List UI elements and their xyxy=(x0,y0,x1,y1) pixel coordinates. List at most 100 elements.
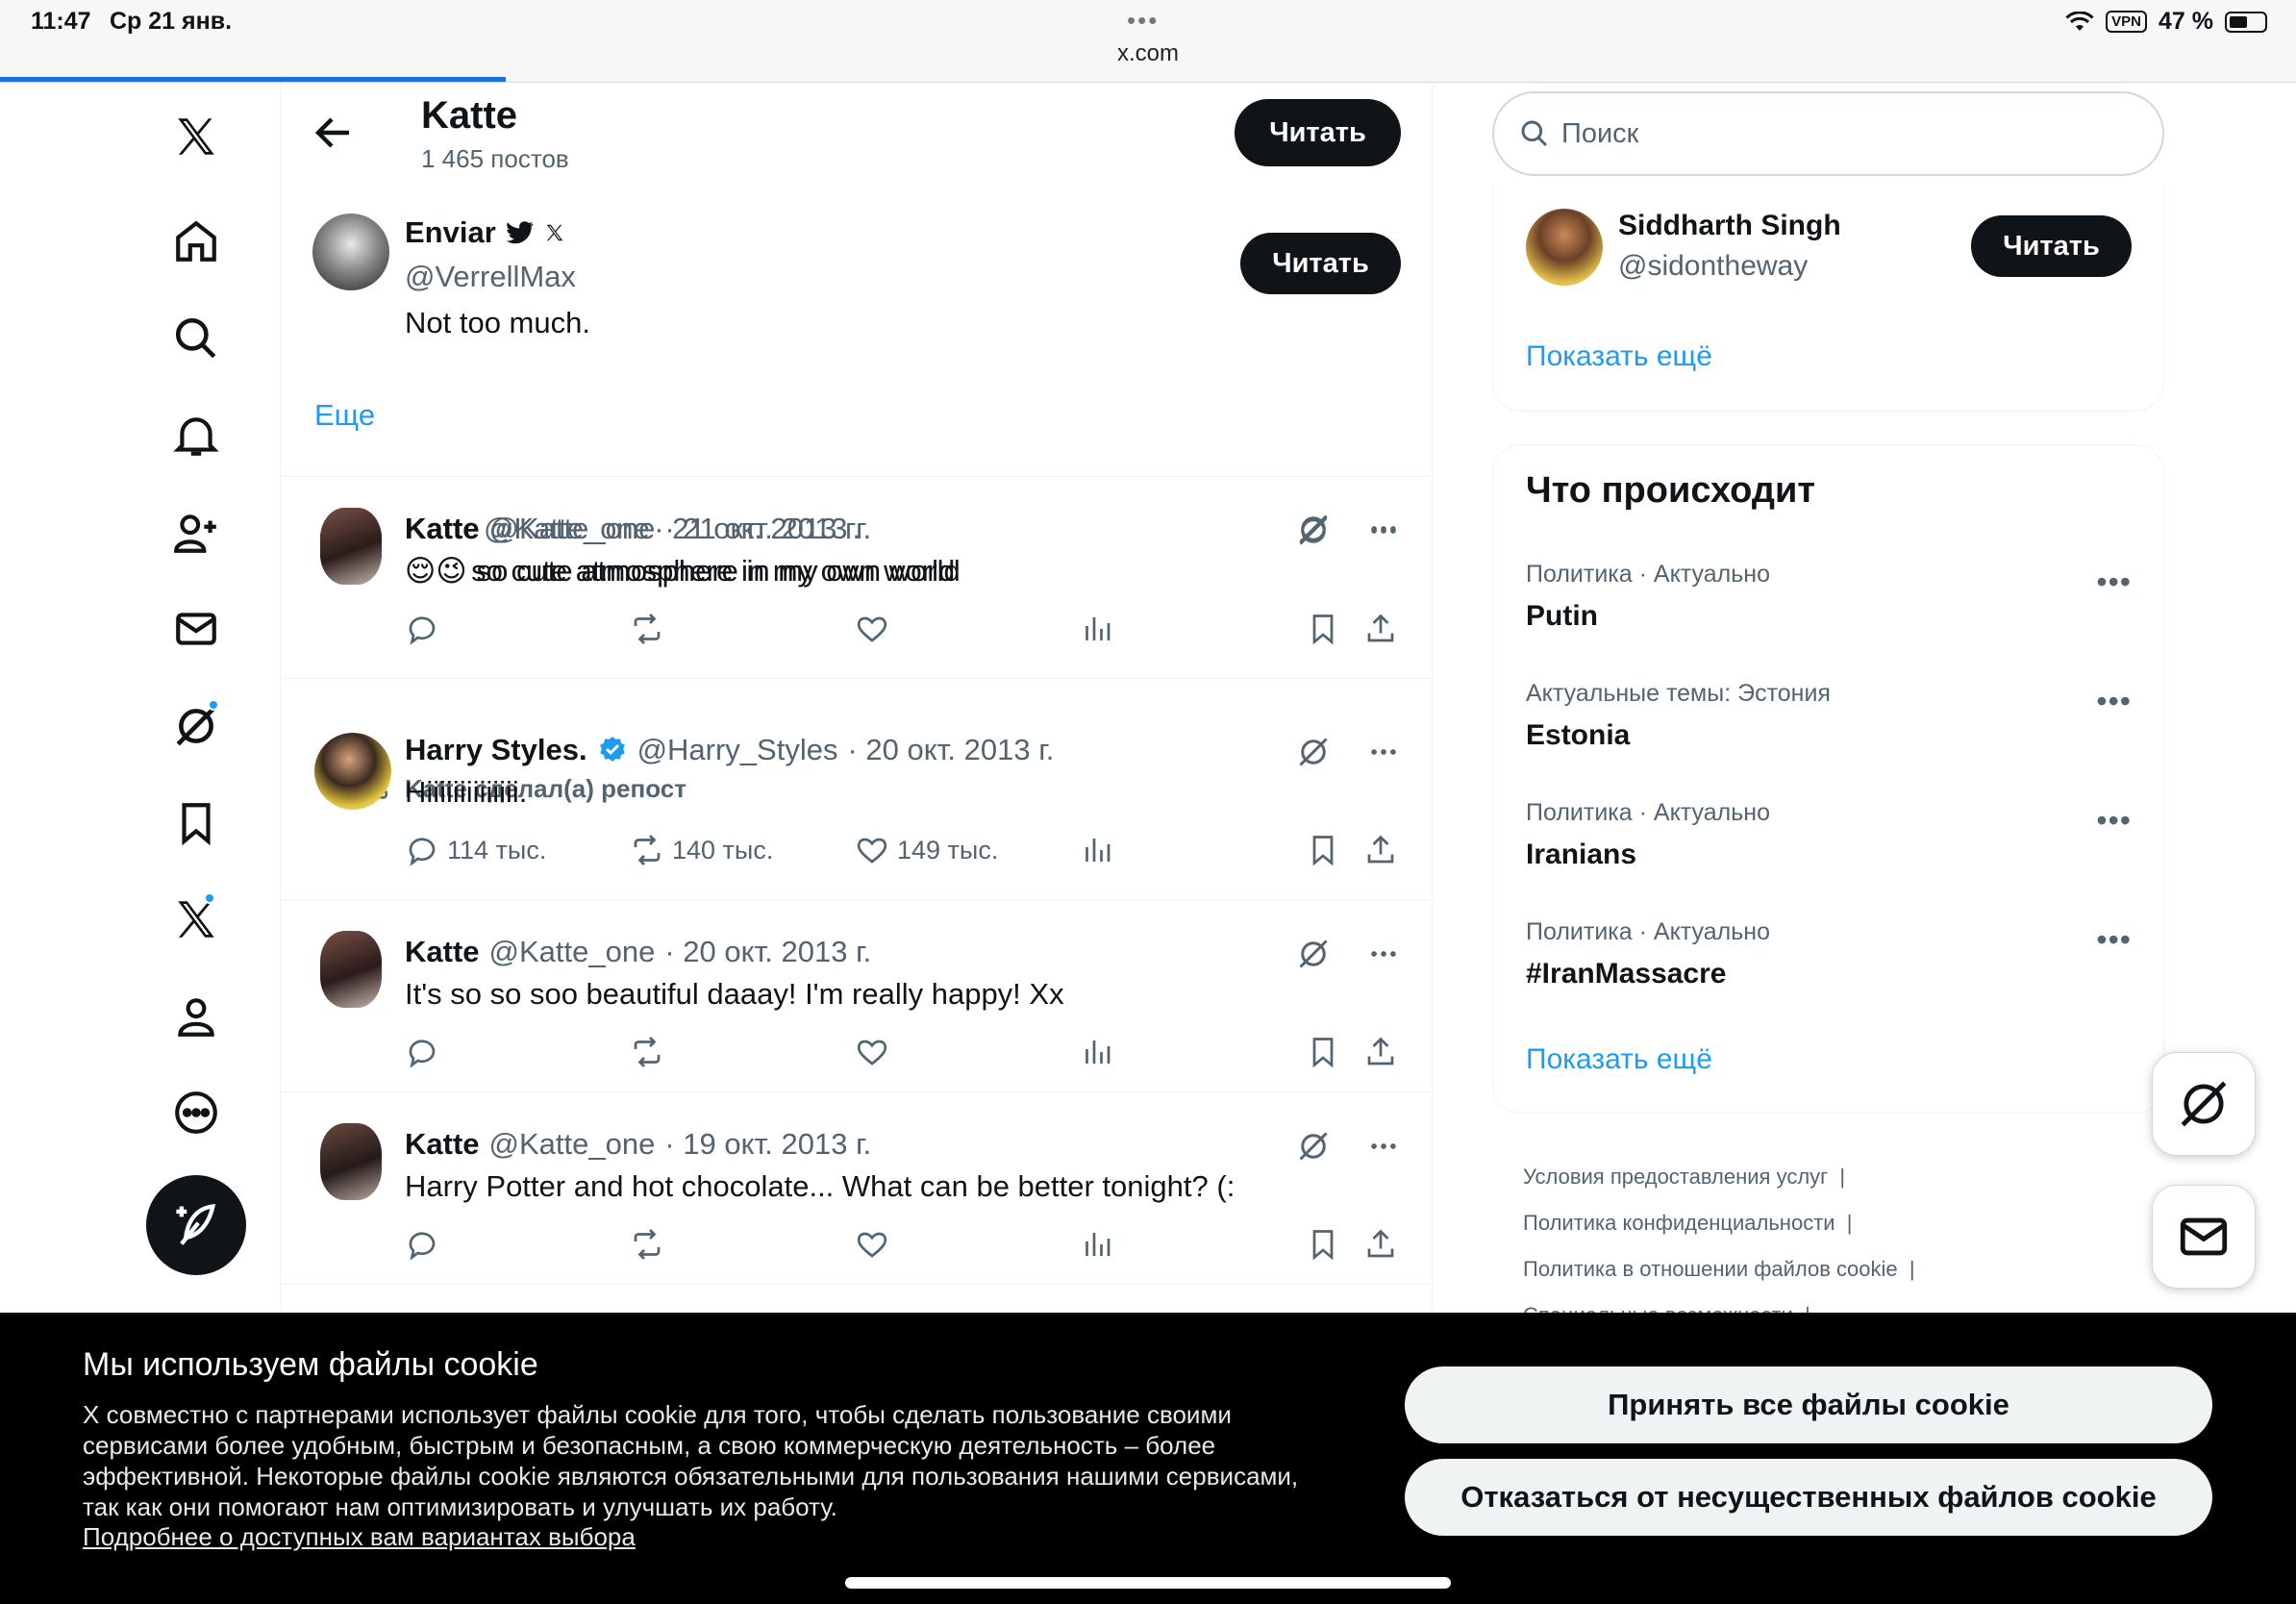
reply-button[interactable] xyxy=(405,612,439,646)
more-dots-icon[interactable]: ••• xyxy=(2096,803,2132,839)
cookie-learn-more-link[interactable]: Подробнее о доступных вам вариантах выбо… xyxy=(83,1522,636,1552)
more-options-icon[interactable] xyxy=(163,1080,229,1145)
trend-item[interactable]: Актуальные темы: Эстония Estonia ••• xyxy=(1526,680,2141,752)
reply-button[interactable]: 114 тыс. xyxy=(405,833,546,867)
views-chart-button[interactable] xyxy=(1080,1035,1114,1069)
bookmark-button[interactable] xyxy=(1306,1227,1340,1262)
search-input[interactable] xyxy=(1561,117,2100,150)
repost-button[interactable]: 140 тыс. xyxy=(630,833,773,867)
share-button[interactable] xyxy=(1363,612,1398,646)
tweet-author-name[interactable]: Harry Styles. xyxy=(405,733,587,767)
tweet-author-name[interactable]: Katte xyxy=(405,512,480,546)
tweet-author-handle[interactable]: @Harry_Styles xyxy=(637,733,838,767)
tweet-content[interactable]: Katte @Katte_one · 19 окт. 2013 г. Harry Po… xyxy=(282,1092,1433,1285)
follow-people-icon[interactable] xyxy=(163,500,229,565)
views-chart-button[interactable] xyxy=(1080,612,1114,646)
tweet-author-handle[interactable]: @Katte_one xyxy=(489,935,656,969)
more-dots-icon[interactable] xyxy=(1367,514,1400,547)
avatar[interactable] xyxy=(312,213,389,290)
more-dots-icon[interactable] xyxy=(1367,1130,1400,1163)
bookmarks-icon[interactable] xyxy=(163,790,229,856)
tweet-content[interactable]: Katte @Katte_one · 21 окт. 2013 г. 😌😉 so cut… xyxy=(282,477,1433,669)
more-dots-icon[interactable] xyxy=(1367,736,1400,768)
reject-cookies-button[interactable]: Отказаться от несущественных файлов cook… xyxy=(1405,1459,2212,1536)
premium-x-icon[interactable] xyxy=(163,887,229,952)
footer-link-terms[interactable]: Условия предоставления услуг xyxy=(1523,1165,1828,1189)
search-box[interactable] xyxy=(1492,91,2164,176)
tweet-date[interactable]: · 20 окт. 2013 г. xyxy=(847,733,1054,767)
grok-icon[interactable] xyxy=(1296,514,1331,548)
share-button[interactable] xyxy=(1363,1227,1398,1262)
more-dots-icon[interactable]: ••• xyxy=(2096,922,2132,958)
like-heart-button[interactable] xyxy=(855,1035,889,1069)
avatar[interactable] xyxy=(1526,209,1603,286)
tweet-author-name[interactable]: Katte xyxy=(405,935,480,969)
back-arrow-icon[interactable] xyxy=(311,110,357,156)
tweet-date[interactable]: · 19 окт. 2013 г. xyxy=(664,1127,871,1162)
like-heart-button[interactable]: 149 тыс. xyxy=(855,833,998,867)
user-name[interactable]: Enviar xyxy=(405,215,496,250)
tweet-date[interactable]: · 20 окт. 2013 г. xyxy=(664,935,871,969)
repost-button[interactable] xyxy=(630,612,664,646)
messages-envelope-icon[interactable] xyxy=(163,596,229,662)
suggested-user-handle[interactable]: @sidontheway xyxy=(1618,250,1808,283)
cookie-title: Мы используем файлы cookie xyxy=(83,1346,538,1383)
trend-item[interactable]: Политика · Актуально Iranians ••• xyxy=(1526,799,2141,871)
bookmark-button[interactable] xyxy=(1306,612,1340,646)
avatar[interactable] xyxy=(320,508,382,585)
trend-item[interactable]: Политика · Актуально Putin ••• xyxy=(1526,561,2141,633)
reply-button[interactable] xyxy=(405,1227,439,1262)
trend-item[interactable]: Политика · Актуально #IranMassacre ••• xyxy=(1526,918,2141,990)
notifications-bell-icon[interactable] xyxy=(163,403,229,468)
follow-button[interactable]: Читать xyxy=(1235,99,1401,166)
more-dots-icon[interactable]: ••• xyxy=(2096,684,2132,719)
tweet-author-handle[interactable]: @Katte_one xyxy=(489,1127,656,1162)
tweet-content[interactable]: Harry Styles. @Harry_Styles · 20 окт. 2013… xyxy=(282,698,1433,890)
user-handle[interactable]: @VerrellMax xyxy=(405,260,576,294)
suggested-user-name[interactable]: Siddharth Singh xyxy=(1618,210,1841,242)
like-heart-button[interactable] xyxy=(855,1227,889,1262)
accept-cookies-button[interactable]: Принять все файлы cookie xyxy=(1405,1366,2212,1443)
follow-button[interactable]: Читать xyxy=(1240,233,1401,294)
grok-floating-button[interactable] xyxy=(2152,1052,2256,1156)
tweet-date[interactable]: · 21 окт. 2013 г. xyxy=(664,512,871,546)
grok-icon[interactable] xyxy=(1296,735,1331,769)
follow-button[interactable]: Читать xyxy=(1971,215,2132,277)
browser-menu-dots[interactable]: ••• xyxy=(1127,6,1159,36)
tweet-content[interactable]: Katte @Katte_one · 20 окт. 2013 г. It's so … xyxy=(282,900,1433,1092)
avatar[interactable] xyxy=(314,733,391,810)
x-logo-icon[interactable] xyxy=(163,104,229,169)
show-more-link[interactable]: Показать ещё xyxy=(1526,1043,1712,1076)
more-dots-icon[interactable]: ••• xyxy=(2096,564,2132,600)
more-dots-icon[interactable] xyxy=(1367,938,1400,970)
url-bar[interactable]: x.com xyxy=(0,40,2296,67)
profile-icon[interactable] xyxy=(163,984,229,1049)
avatar[interactable] xyxy=(320,931,382,1008)
like-heart-button[interactable] xyxy=(855,612,889,646)
messages-floating-button[interactable] xyxy=(2152,1185,2256,1289)
grok-icon[interactable] xyxy=(1296,1129,1331,1164)
share-button[interactable] xyxy=(1363,1035,1398,1069)
views-chart-button[interactable] xyxy=(1080,1227,1114,1262)
tweet-emoji: 😌😉 xyxy=(405,554,467,588)
grok-icon[interactable] xyxy=(163,693,229,759)
footer-link-privacy[interactable]: Политика конфиденциальности xyxy=(1523,1211,1835,1235)
avatar[interactable] xyxy=(320,1123,382,1200)
tweet-author-handle[interactable]: @Katte_one xyxy=(489,512,656,546)
search-icon[interactable] xyxy=(163,306,229,371)
bookmark-button[interactable] xyxy=(1306,833,1340,867)
views-chart-button[interactable] xyxy=(1080,833,1114,867)
trend-category: Политика · Актуально xyxy=(1526,918,1770,945)
more-link[interactable]: Еще xyxy=(314,398,375,433)
show-more-link[interactable]: Показать ещё xyxy=(1526,340,1712,373)
compose-post-button[interactable] xyxy=(146,1175,246,1275)
tweet-author-name[interactable]: Katte xyxy=(405,1127,480,1162)
repost-button[interactable] xyxy=(630,1035,664,1069)
home-icon[interactable] xyxy=(163,209,229,274)
grok-icon[interactable] xyxy=(1296,937,1331,971)
footer-link-cookies[interactable]: Политика в отношении файлов cookie xyxy=(1523,1257,1898,1281)
bookmark-button[interactable] xyxy=(1306,1035,1340,1069)
reply-button[interactable] xyxy=(405,1035,439,1069)
repost-button[interactable] xyxy=(630,1227,664,1262)
share-button[interactable] xyxy=(1363,833,1398,867)
